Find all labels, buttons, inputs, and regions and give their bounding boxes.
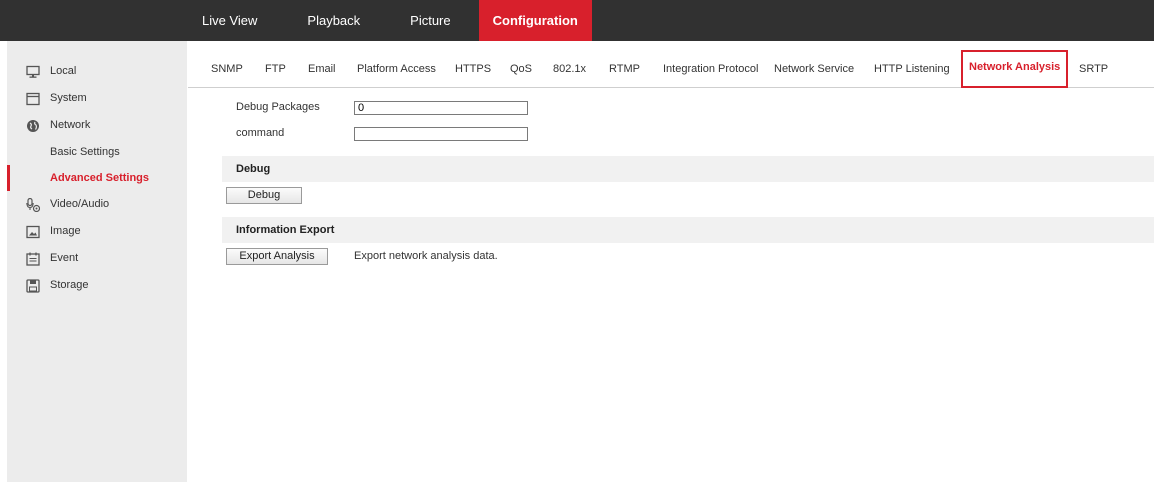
nav-playback[interactable]: Playback: [293, 0, 374, 41]
sidebar-label-image: Image: [50, 225, 81, 237]
image-icon: [26, 225, 40, 239]
sidebar-item-image[interactable]: Image: [7, 218, 187, 245]
sidebar-item-basic-settings[interactable]: Basic Settings: [7, 139, 187, 165]
top-nav: Live View Playback Picture Configuration: [188, 0, 592, 41]
export-analysis-note: Export network analysis data.: [354, 250, 498, 262]
tab-platform-access[interactable]: Platform Access: [357, 52, 436, 86]
sidebar-item-event[interactable]: Event: [7, 245, 187, 272]
debug-button[interactable]: Debug: [226, 187, 302, 204]
sidebar-item-network[interactable]: Network: [7, 112, 187, 139]
tab-qos[interactable]: QoS: [510, 52, 532, 86]
system-window-icon: [26, 92, 40, 106]
sidebar-item-system[interactable]: System: [7, 85, 187, 112]
tab-snmp[interactable]: SNMP: [211, 52, 243, 86]
tab-https[interactable]: HTTPS: [455, 52, 491, 86]
tab-rtmp[interactable]: RTMP: [609, 52, 640, 86]
sidebar: Local System Network Basic Settings Adva…: [7, 41, 187, 482]
debug-packages-input[interactable]: [354, 101, 528, 115]
export-analysis-button[interactable]: Export Analysis: [226, 248, 328, 265]
config-tabs: SNMP FTP Email Platform Access HTTPS QoS…: [188, 50, 1154, 88]
tab-network-service[interactable]: Network Service: [774, 52, 854, 86]
tab-integration-protocol[interactable]: Integration Protocol: [663, 52, 758, 86]
tab-802-1x[interactable]: 802.1x: [553, 52, 586, 86]
nav-picture[interactable]: Picture: [396, 0, 464, 41]
microphone-camera-icon: [26, 198, 40, 212]
sidebar-item-storage[interactable]: Storage: [7, 272, 187, 299]
tab-ftp[interactable]: FTP: [265, 52, 286, 86]
globe-icon: [27, 120, 39, 132]
sidebar-label-video-audio: Video/Audio: [50, 198, 110, 210]
debug-section-title: Debug: [236, 163, 271, 175]
sidebar-item-video-audio[interactable]: Video/Audio: [7, 191, 187, 218]
information-export-section-title: Information Export: [236, 224, 335, 236]
sidebar-label-local: Local: [50, 65, 77, 77]
tab-srtp[interactable]: SRTP: [1079, 52, 1108, 86]
nav-live-view[interactable]: Live View: [188, 0, 271, 41]
sidebar-label-storage: Storage: [50, 279, 89, 291]
tab-email[interactable]: Email: [308, 52, 336, 86]
command-input[interactable]: [354, 127, 528, 141]
information-export-section-header: Information Export: [222, 217, 1154, 243]
sidebar-item-local[interactable]: Local: [7, 58, 187, 85]
debug-section-header: Debug: [222, 156, 1154, 182]
sidebar-label-system: System: [50, 92, 87, 104]
sidebar-item-advanced-settings[interactable]: Advanced Settings: [7, 165, 187, 191]
floppy-disk-icon: [26, 279, 40, 293]
sidebar-label-network: Network: [50, 119, 91, 131]
nav-configuration[interactable]: Configuration: [478, 0, 592, 41]
monitor-icon: [26, 65, 40, 78]
tab-network-analysis[interactable]: Network Analysis: [961, 50, 1069, 88]
debug-packages-label: Debug Packages: [236, 101, 320, 113]
command-label: command: [236, 127, 285, 139]
calendar-icon: [26, 252, 40, 266]
tab-http-listening[interactable]: HTTP Listening: [874, 52, 950, 86]
sidebar-label-event: Event: [50, 252, 79, 264]
top-bar: Live View Playback Picture Configuration: [0, 0, 1154, 41]
